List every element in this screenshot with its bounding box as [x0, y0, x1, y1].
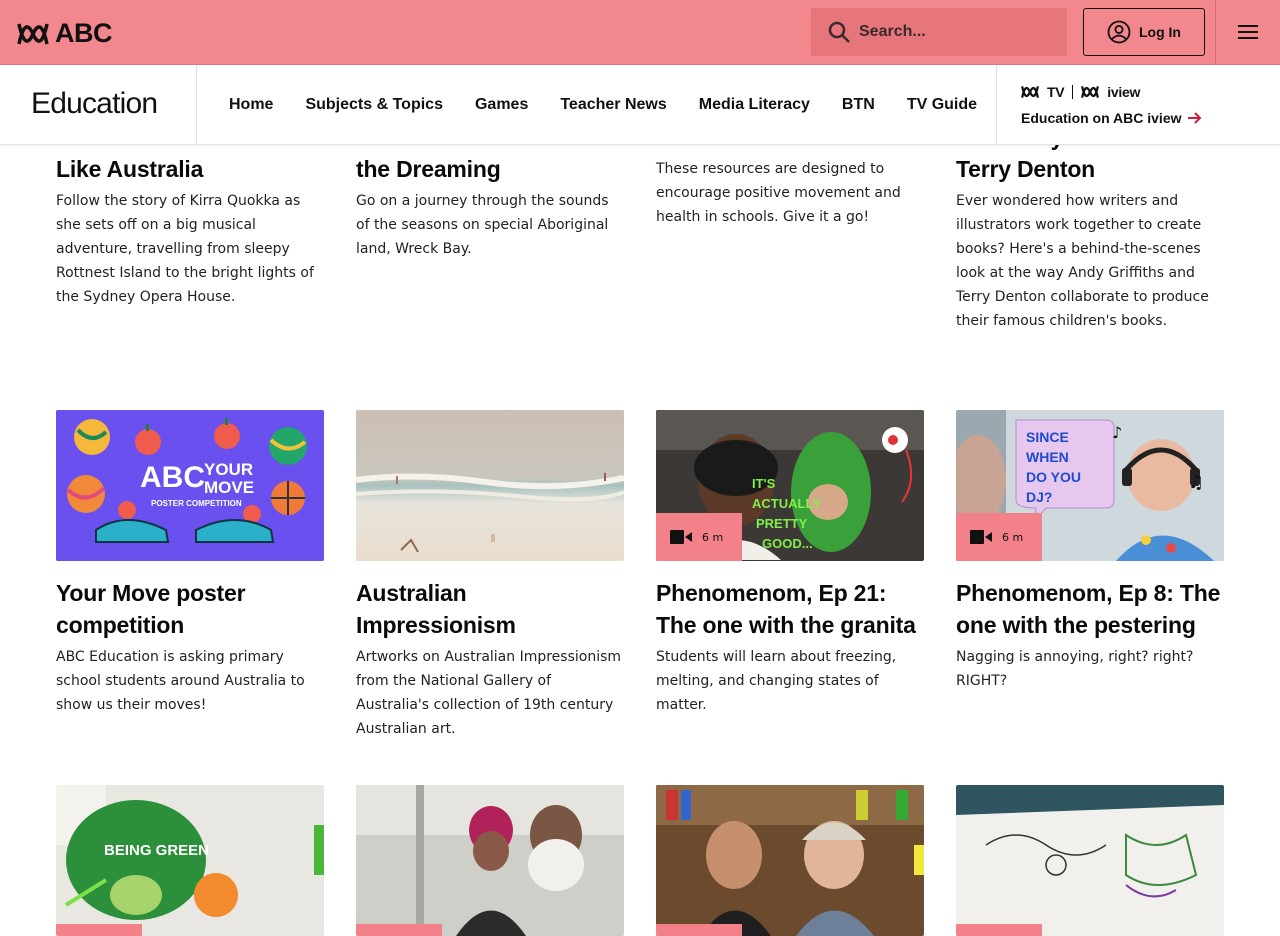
card-andy-griffiths[interactable]: with Andy Griffiths and Terry Denton Eve… — [956, 121, 1224, 333]
nav-link-tv-guide[interactable]: TV Guide — [891, 96, 993, 114]
pottery-thumbnail[interactable] — [356, 785, 624, 936]
user-icon — [1107, 20, 1131, 44]
card-title[interactable]: Australian Impressionism — [356, 577, 624, 641]
card-positive-movement[interactable]: These resources are designed to encourag… — [656, 157, 924, 229]
section-title[interactable]: Education — [31, 87, 158, 121]
sketch-scene — [956, 785, 1224, 936]
card-phenomenom-ep8[interactable]: SINCE WHEN DO YOU DJ? ♪ ♫ 6 m Phenomenom… — [956, 410, 1224, 693]
your-move-artwork: ABC YOUR MOVE POSTER COMPETITION — [56, 410, 324, 561]
card-title[interactable]: Like Australia — [56, 153, 324, 185]
abc-iview-logo-icon — [1081, 86, 1100, 98]
card-description: ABC Education is asking primary school s… — [56, 649, 305, 713]
video-duration-badge — [356, 924, 442, 936]
nav-link-games[interactable]: Games — [459, 96, 544, 114]
svg-text:GOOD...: GOOD... — [762, 536, 813, 551]
bookshelf-scene — [656, 785, 924, 936]
phenomenom-ep21-thumbnail[interactable]: IT'S ACTUALLY PRETTY GOOD... 6 m — [656, 410, 924, 561]
card-title[interactable]: Phenomenom, Ep 21: The one with the gran… — [656, 577, 924, 641]
abc-iview-mark: iview — [1107, 84, 1141, 100]
iview-link[interactable]: Education on ABC iview — [1021, 110, 1202, 126]
login-button[interactable]: Log In — [1083, 8, 1205, 56]
svg-text:YOUR: YOUR — [204, 460, 253, 479]
your-move-thumbnail[interactable]: ABC YOUR MOVE POSTER COMPETITION — [56, 410, 324, 561]
card-your-move[interactable]: ABC YOUR MOVE POSTER COMPETITION Your Mo… — [56, 410, 324, 717]
nav-link-home[interactable]: Home — [213, 96, 289, 114]
svg-text:♪: ♪ — [1112, 423, 1122, 442]
svg-text:WHEN: WHEN — [1026, 449, 1069, 465]
card-description: Ever wondered how writers and illustrato… — [956, 193, 1209, 329]
menu-button[interactable] — [1215, 0, 1280, 64]
login-label: Log In — [1139, 24, 1181, 40]
video-duration: 6 m — [702, 530, 724, 544]
search-box[interactable] — [811, 8, 1067, 56]
nav-divider — [996, 65, 997, 145]
card-andy-terry-video[interactable] — [656, 785, 924, 936]
card-description: Go on a journey through the sounds of th… — [356, 193, 609, 257]
svg-text:ABC: ABC — [140, 461, 205, 494]
video-camera-icon — [670, 530, 692, 544]
iview-promo[interactable]: TV iview Education on ABC iview — [1021, 84, 1202, 126]
nav-link-btn[interactable]: BTN — [826, 96, 891, 114]
phenomenom-ep8-thumbnail[interactable]: SINCE WHEN DO YOU DJ? ♪ ♫ 6 m — [956, 410, 1224, 561]
card-title[interactable]: Your Move poster competition — [56, 577, 324, 641]
card-australian-impressionism[interactable]: Australian Impressionism Artworks on Aus… — [356, 410, 624, 741]
being-green-thumbnail[interactable]: BEING GREEN — [56, 785, 324, 936]
video-duration-badge: 6 m — [956, 513, 1042, 561]
svg-text:IT'S: IT'S — [752, 476, 776, 491]
logo-separator — [1072, 85, 1074, 99]
video-camera-icon — [970, 530, 992, 544]
global-header: ABC Log In — [0, 0, 1280, 65]
abc-logo[interactable]: ABC — [17, 18, 113, 49]
svg-text:POSTER COMPETITION: POSTER COMPETITION — [151, 499, 242, 508]
impressionism-thumbnail[interactable] — [356, 410, 624, 561]
brand-name: ABC — [55, 18, 113, 48]
video-duration-badge — [956, 924, 1042, 936]
card-description: Follow the story of Kirra Quokka as she … — [56, 193, 314, 305]
card-description: Artworks on Australian Impressionism fro… — [356, 649, 622, 737]
nav-link-teacher-news[interactable]: Teacher News — [544, 96, 682, 114]
card-description: Nagging is annoying, right? right? RIGHT… — [956, 649, 1194, 689]
iview-link-text: Education on ABC iview — [1021, 110, 1182, 126]
card-kirra-quokka[interactable]: Like Australia Follow the story of Kirra… — [56, 153, 324, 309]
svg-text:DO YOU: DO YOU — [1026, 469, 1081, 485]
svg-text:BEING GREEN: BEING GREEN — [104, 842, 209, 859]
card-title[interactable]: the Dreaming — [356, 153, 624, 185]
svg-text:MOVE: MOVE — [204, 478, 254, 497]
svg-text:DJ?: DJ? — [1026, 489, 1052, 505]
card-being-green[interactable]: BEING GREEN — [56, 785, 324, 936]
card-dreaming[interactable]: the Dreaming Go on a journey through the… — [356, 153, 624, 261]
drawing-thumbnail[interactable] — [956, 785, 1224, 936]
card-pottery[interactable] — [356, 785, 624, 936]
abc-tv-logo-icon — [1021, 86, 1039, 98]
hamburger-icon — [1238, 25, 1258, 39]
svg-text:♫: ♫ — [1188, 472, 1204, 493]
search-icon — [828, 21, 850, 43]
search-input[interactable] — [859, 23, 1059, 41]
section-nav: Education Home Subjects & Topics Games T… — [0, 65, 1280, 145]
video-duration: 6 m — [1002, 530, 1024, 544]
pottery-scene — [356, 785, 624, 936]
card-title[interactable]: Phenomenom, Ep 8: The one with the peste… — [956, 577, 1224, 641]
abc-lissajous-icon — [17, 23, 49, 44]
nav-link-media-literacy[interactable]: Media Literacy — [683, 96, 826, 114]
video-duration-badge: 6 m — [656, 513, 742, 561]
card-description: Students will learn about freezing, melt… — [656, 649, 897, 713]
svg-text:ACTUALLY: ACTUALLY — [752, 496, 821, 511]
andy-terry-thumbnail[interactable] — [656, 785, 924, 936]
card-description: These resources are designed to encourag… — [656, 161, 901, 225]
video-duration-badge — [656, 924, 742, 936]
nav-link-subjects-topics[interactable]: Subjects & Topics — [289, 96, 459, 114]
card-drawing[interactable] — [956, 785, 1224, 936]
abc-tv-mark: TV — [1047, 84, 1065, 100]
svg-text:SINCE: SINCE — [1026, 429, 1069, 445]
iview-logos: TV iview — [1021, 84, 1202, 100]
svg-text:PRETTY: PRETTY — [756, 516, 808, 531]
card-phenomenom-ep21[interactable]: IT'S ACTUALLY PRETTY GOOD... 6 m Phenome… — [656, 410, 924, 717]
nav-links: Home Subjects & Topics Games Teacher New… — [213, 65, 993, 145]
nav-divider — [196, 65, 197, 145]
arrow-right-icon — [1187, 112, 1201, 124]
beach-painting — [356, 410, 624, 561]
video-duration-badge — [56, 924, 142, 936]
being-green-scene: BEING GREEN — [56, 785, 324, 936]
